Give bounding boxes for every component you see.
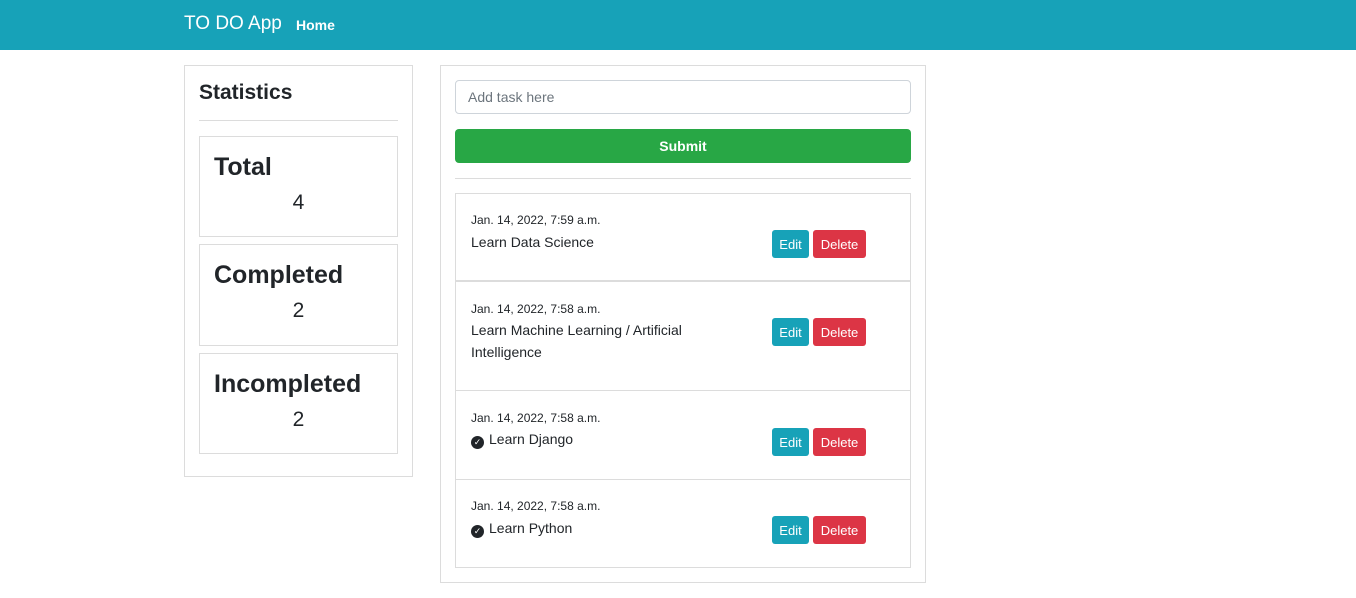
task-date: Jan. 14, 2022, 7:58 a.m. [471, 411, 601, 425]
add-task-input[interactable] [455, 80, 911, 114]
task-title: Learn Machine Learning / Artificial Inte… [471, 319, 721, 363]
statistics-title: Statistics [199, 81, 293, 104]
edit-button[interactable]: Edit [772, 516, 809, 544]
nav-home-link[interactable]: Home [296, 17, 335, 33]
edit-button[interactable]: Edit [772, 230, 809, 258]
task-item: Jan. 14, 2022, 7:58 a.m. ✓ Learn Django E… [455, 390, 911, 480]
submit-button[interactable]: Submit [455, 129, 911, 163]
stat-value: 2 [292, 299, 305, 322]
task-title: Learn Data Science [471, 231, 721, 253]
delete-button[interactable]: Delete [813, 230, 866, 258]
task-item: Jan. 14, 2022, 7:58 a.m. ✓ Learn Python E… [455, 479, 911, 568]
statistics-card: Statistics Total 4 Completed 2 Incomplet… [184, 65, 413, 477]
task-date: Jan. 14, 2022, 7:58 a.m. [471, 499, 601, 513]
brand-title[interactable]: TO DO App [184, 13, 282, 35]
stat-label: Incompleted [214, 370, 362, 398]
stat-completed: Completed 2 [199, 244, 398, 346]
stat-value: 2 [292, 408, 305, 431]
task-item: Jan. 14, 2022, 7:58 a.m. Learn Machine L… [455, 281, 911, 391]
edit-button[interactable]: Edit [772, 428, 809, 456]
form-divider [455, 178, 911, 179]
stat-incompleted: Incompleted 2 [199, 353, 398, 454]
task-title-text: Learn Python [489, 520, 573, 536]
task-title-text: Learn Machine Learning / Artificial Inte… [471, 322, 682, 360]
delete-button[interactable]: Delete [813, 428, 866, 456]
stat-label: Total [214, 153, 272, 181]
task-title: ✓ Learn Python [471, 517, 721, 539]
stat-value: 4 [292, 191, 305, 214]
navbar: TO DO App Home [0, 0, 1356, 50]
check-circle-icon: ✓ [471, 436, 484, 449]
task-title-text: Learn Data Science [471, 234, 594, 250]
task-item: Jan. 14, 2022, 7:59 a.m. Learn Data Scie… [455, 193, 911, 281]
task-title: ✓ Learn Django [471, 428, 721, 450]
task-date: Jan. 14, 2022, 7:59 a.m. [471, 213, 601, 227]
task-list: Jan. 14, 2022, 7:59 a.m. Learn Data Scie… [455, 193, 911, 568]
task-panel: Submit Jan. 14, 2022, 7:59 a.m. Learn Da… [440, 65, 926, 583]
delete-button[interactable]: Delete [813, 516, 866, 544]
task-title-text: Learn Django [489, 431, 574, 447]
statistics-divider [199, 120, 398, 121]
stat-label: Completed [214, 261, 344, 289]
delete-button[interactable]: Delete [813, 318, 866, 346]
task-date: Jan. 14, 2022, 7:58 a.m. [471, 302, 601, 316]
stat-total: Total 4 [199, 136, 398, 237]
check-circle-icon: ✓ [471, 525, 484, 538]
edit-button[interactable]: Edit [772, 318, 809, 346]
